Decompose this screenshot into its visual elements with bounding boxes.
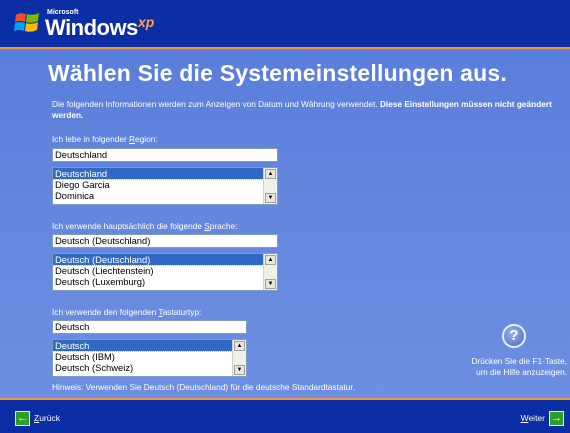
help-icon[interactable]: ?	[502, 324, 526, 348]
brand-name: Windows	[45, 15, 138, 40]
back-arrow-icon[interactable]: ←	[15, 411, 30, 427]
region-scrollbar[interactable]: ▲ ▼	[263, 168, 277, 204]
scroll-up-icon[interactable]: ▲	[265, 255, 276, 265]
help-text: Drücken Sie die F1-Taste, um die Hilfe a…	[471, 356, 567, 377]
footer-bar: ← Zurück Weiter →	[0, 398, 570, 433]
language-option-0[interactable]: Deutsch (Deutschland)	[53, 254, 264, 266]
scroll-down-icon[interactable]: ▼	[234, 365, 245, 375]
region-option-2[interactable]: Dominica	[53, 190, 263, 201]
language-option-2[interactable]: Deutsch (Luxemburg)	[53, 276, 263, 287]
next-button[interactable]: Weiter →	[521, 410, 564, 427]
keyboard-scrollbar[interactable]: ▲ ▼	[232, 340, 246, 376]
language-list[interactable]: Deutsch (Deutschland) Deutsch (Liechtens…	[52, 253, 278, 291]
intro-normal: Die folgenden Informationen werden zum A…	[52, 99, 378, 109]
brand-suffix: xp	[138, 14, 155, 30]
keyboard-hint: Hinweis: Verwenden Sie Deutsch (Deutschl…	[52, 382, 356, 392]
back-button[interactable]: ← Zurück	[15, 410, 60, 427]
keyboard-option-1[interactable]: Deutsch (IBM)	[53, 351, 232, 362]
keyboard-field[interactable]: Deutsch	[52, 320, 247, 334]
keyboard-list[interactable]: Deutsch Deutsch (IBM) Deutsch (Schweiz) …	[52, 339, 247, 377]
scroll-down-icon[interactable]: ▼	[265, 279, 276, 289]
language-field[interactable]: Deutsch (Deutschland)	[52, 234, 278, 248]
language-scrollbar[interactable]: ▲ ▼	[263, 254, 277, 290]
header-bar: Microsoft Windows xp	[0, 0, 570, 49]
intro-text: Die folgenden Informationen werden zum A…	[52, 99, 552, 121]
region-list[interactable]: Deutschland Diego Garcia Dominica ▲ ▼	[52, 167, 278, 205]
keyboard-label: Ich verwende den folgenden Tastaturtyp:	[52, 307, 202, 317]
keyboard-option-2[interactable]: Deutsch (Schweiz)	[53, 362, 232, 373]
page-title: Wählen Sie die Systemeinstellungen aus.	[48, 60, 507, 86]
windows-flag-icon	[14, 13, 39, 32]
region-field[interactable]: Deutschland	[52, 148, 278, 162]
scroll-down-icon[interactable]: ▼	[265, 193, 276, 203]
keyboard-option-0[interactable]: Deutsch	[53, 340, 233, 352]
region-option-0[interactable]: Deutschland	[53, 168, 264, 180]
scroll-up-icon[interactable]: ▲	[234, 341, 245, 351]
region-option-1[interactable]: Diego Garcia	[53, 179, 263, 190]
next-arrow-icon[interactable]: →	[549, 411, 564, 427]
region-label: Ich lebe in folgender Region:	[52, 134, 158, 144]
language-option-1[interactable]: Deutsch (Liechtenstein)	[53, 265, 263, 276]
language-label: Ich verwende hauptsächlich die folgende …	[52, 221, 238, 231]
scroll-up-icon[interactable]: ▲	[265, 169, 276, 179]
